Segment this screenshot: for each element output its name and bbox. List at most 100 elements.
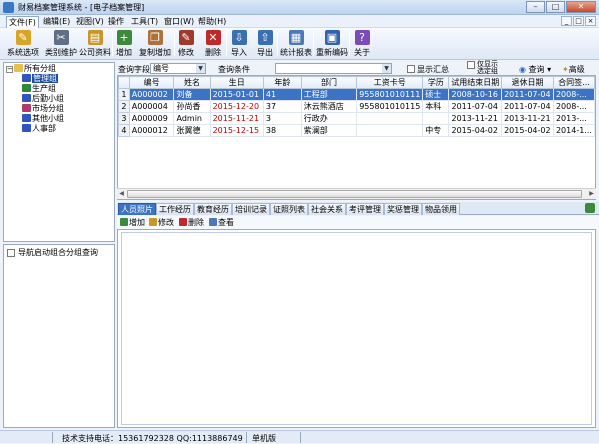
delete-button[interactable]: ✕ 删除 bbox=[203, 29, 223, 59]
settings-icon[interactable] bbox=[585, 203, 595, 213]
table-cell[interactable]: 955801010111 bbox=[356, 88, 424, 101]
show-summary-checkbox[interactable] bbox=[407, 65, 415, 73]
table-cell[interactable]: 2008-... bbox=[553, 100, 595, 113]
menu-window[interactable]: 窗口(W) bbox=[162, 16, 196, 27]
table-cell[interactable]: 3 bbox=[263, 112, 302, 125]
category-maintenance-button[interactable]: ✂ 类别维护 bbox=[43, 29, 79, 59]
tree-item-logistics[interactable]: 后勤小组 bbox=[6, 94, 64, 104]
menu-operate[interactable]: 操作 bbox=[106, 16, 126, 27]
query-condition-select[interactable]: ▼ bbox=[275, 63, 392, 74]
chevron-down-icon[interactable]: ▼ bbox=[196, 64, 205, 73]
menu-view[interactable]: 视图(V) bbox=[74, 16, 106, 27]
menu-edit[interactable]: 编辑(E) bbox=[41, 16, 72, 27]
table-cell[interactable]: 2013-11-21 bbox=[501, 112, 554, 125]
detail-delete-button[interactable]: 删除 bbox=[179, 217, 204, 228]
copy-add-button[interactable]: ❐ 复制增加 bbox=[137, 29, 173, 59]
show-summary-option[interactable]: 显示汇总 bbox=[407, 64, 449, 75]
query-button[interactable]: ◉ 查询 ▾ bbox=[519, 64, 551, 75]
column-header[interactable]: 试用结束日期 bbox=[448, 76, 503, 89]
table-cell[interactable]: 刘备 bbox=[173, 88, 211, 101]
table-cell[interactable]: Admin bbox=[173, 112, 211, 125]
table-cell[interactable]: 2015-04-02 bbox=[448, 124, 503, 137]
tab-training[interactable]: 培训记录 bbox=[232, 203, 270, 215]
nav-query-checkbox[interactable] bbox=[7, 249, 15, 257]
scroll-thumb[interactable] bbox=[127, 190, 582, 198]
table-row[interactable]: 1 A000002 刘备 2015-01-01 41 工程部 955801010… bbox=[118, 88, 595, 101]
advanced-button[interactable]: ✦高级 bbox=[562, 64, 585, 75]
column-header[interactable]: 生日 bbox=[209, 76, 264, 89]
tab-certificates[interactable]: 证照列表 bbox=[270, 203, 308, 215]
column-header[interactable]: 姓名 bbox=[173, 76, 211, 89]
scroll-left-icon[interactable]: ◀ bbox=[117, 190, 126, 198]
import-button[interactable]: ⇩ 导入 bbox=[229, 29, 249, 59]
table-cell[interactable]: 2011-07-04 bbox=[501, 100, 554, 113]
table-cell[interactable]: A000009 bbox=[129, 112, 175, 125]
table-cell[interactable] bbox=[356, 124, 424, 137]
table-cell[interactable]: 孙尚香 bbox=[173, 100, 211, 113]
mdi-minimize-button[interactable]: _ bbox=[561, 16, 572, 26]
chevron-down-icon[interactable]: ▼ bbox=[382, 64, 391, 73]
tab-social-relations[interactable]: 社会关系 bbox=[308, 203, 346, 215]
table-cell[interactable]: 37 bbox=[263, 100, 302, 113]
scroll-right-icon[interactable]: ▶ bbox=[587, 190, 596, 198]
tree-item-market[interactable]: 市场分组 bbox=[6, 104, 64, 114]
table-cell[interactable]: 2015-12-15 bbox=[210, 124, 264, 137]
column-header[interactable]: 退休日期 bbox=[501, 76, 554, 89]
table-cell[interactable]: 2011-07-04 bbox=[448, 100, 503, 113]
tree-item-hr[interactable]: 人事部 bbox=[6, 124, 64, 134]
column-header[interactable]: 工资卡号 bbox=[356, 76, 424, 89]
table-cell[interactable]: A000012 bbox=[129, 124, 175, 137]
table-cell[interactable]: 2015-04-02 bbox=[501, 124, 554, 137]
table-cell[interactable]: 2008-10-16 bbox=[448, 88, 503, 101]
add-button[interactable]: + 增加 bbox=[114, 29, 134, 59]
table-cell[interactable]: 张翼德 bbox=[173, 124, 211, 137]
table-cell[interactable]: 2013-11-21 bbox=[448, 112, 503, 125]
edit-button[interactable]: ✎ 修改 bbox=[176, 29, 196, 59]
table-cell[interactable]: 38 bbox=[263, 124, 302, 137]
detail-add-button[interactable]: 增加 bbox=[120, 217, 145, 228]
table-cell[interactable]: 2008-... bbox=[553, 88, 595, 101]
table-cell[interactable]: 行政办 bbox=[301, 112, 358, 125]
minimize-button[interactable]: – bbox=[526, 1, 545, 13]
close-button[interactable]: ✕ bbox=[566, 1, 596, 13]
table-cell[interactable]: 2014-1... bbox=[553, 124, 595, 137]
table-row[interactable]: 3 A000009 Admin 2015-11-21 3 行政办 2013-11… bbox=[118, 112, 595, 125]
column-header[interactable]: 年龄 bbox=[262, 76, 302, 89]
system-options-button[interactable]: ✎ 系统选项 bbox=[4, 29, 42, 59]
column-header[interactable]: 学历 bbox=[422, 76, 450, 89]
mdi-restore-button[interactable]: □ bbox=[573, 16, 584, 26]
column-header[interactable]: 部门 bbox=[300, 76, 358, 89]
tab-work-history[interactable]: 工作经历 bbox=[156, 203, 194, 215]
table-cell[interactable]: 955801010115 bbox=[356, 100, 424, 113]
column-header[interactable]: 合同签... bbox=[552, 76, 595, 89]
collapse-icon[interactable]: − bbox=[6, 66, 13, 73]
detail-view-button[interactable]: 查看 bbox=[209, 217, 234, 228]
company-info-button[interactable]: ▤ 公司资料 bbox=[79, 29, 111, 59]
table-cell[interactable] bbox=[422, 112, 450, 125]
tab-education[interactable]: 教育经历 bbox=[194, 203, 232, 215]
table-cell[interactable]: 2015-12-20 bbox=[210, 100, 264, 113]
menu-help[interactable]: 帮助(H) bbox=[196, 16, 228, 27]
tree-item-other[interactable]: 其他小组 bbox=[6, 114, 64, 124]
table-horizontal-scrollbar[interactable]: ◀ ▶ bbox=[117, 188, 596, 199]
only-selected-option[interactable]: 仅显示 选定组 bbox=[467, 61, 498, 75]
table-cell[interactable]: 2013-... bbox=[553, 112, 595, 125]
menu-tools[interactable]: 工具(T) bbox=[129, 16, 160, 27]
table-cell[interactable]: 2011-07-04 bbox=[501, 88, 554, 101]
table-cell[interactable]: 沐云熊酒店 bbox=[301, 100, 358, 113]
maximize-button[interactable]: □ bbox=[546, 1, 565, 13]
tab-evaluation[interactable]: 考评管理 bbox=[346, 203, 384, 215]
export-button[interactable]: ⇧ 导出 bbox=[255, 29, 275, 59]
recode-button[interactable]: ▣ 重新编码 bbox=[316, 29, 348, 59]
only-selected-checkbox[interactable] bbox=[467, 61, 475, 69]
query-field-select[interactable]: 编号 ▼ bbox=[150, 63, 206, 74]
table-cell[interactable]: 2015-11-21 bbox=[210, 112, 264, 125]
statistics-report-button[interactable]: ▦ 统计报表 bbox=[280, 29, 312, 59]
column-header[interactable]: 编号 bbox=[128, 76, 175, 89]
table-row[interactable]: 4 A000012 张翼德 2015-12-15 38 紫澜部 中专 2015-… bbox=[118, 124, 595, 137]
table-cell[interactable]: 紫澜部 bbox=[301, 124, 358, 137]
table-cell[interactable]: 工程部 bbox=[301, 88, 358, 101]
table-cell[interactable]: 41 bbox=[263, 88, 302, 101]
employee-table[interactable]: 编号 姓名 生日 年龄 部门 工资卡号 学历 试用结束日期 退休日期 合同签..… bbox=[117, 75, 596, 200]
table-cell[interactable]: 中专 bbox=[422, 124, 450, 137]
